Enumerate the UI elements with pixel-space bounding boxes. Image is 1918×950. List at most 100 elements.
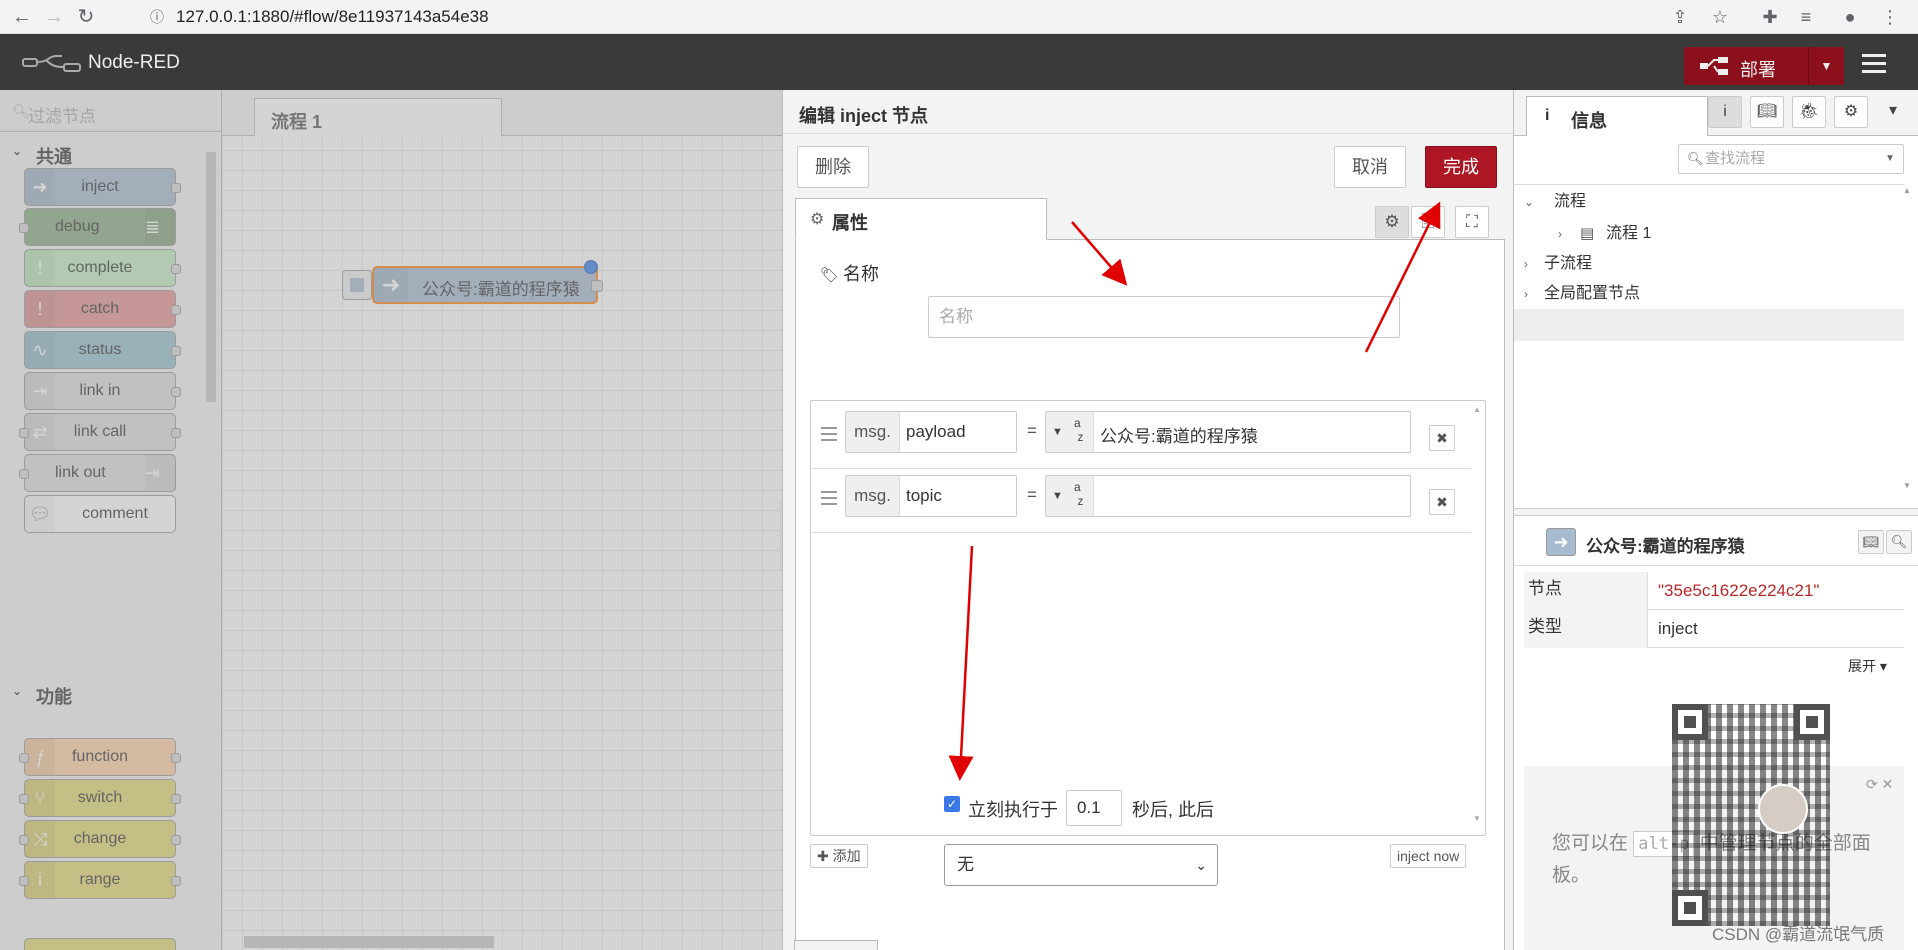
remove-row-button[interactable]: ✖ <box>1429 425 1455 451</box>
avatar <box>1758 784 1808 834</box>
info-icon[interactable]: ⓘ <box>150 4 164 30</box>
add-property-button[interactable]: ✚ 添加 <box>810 844 868 868</box>
drag-handle-icon[interactable] <box>821 427 837 441</box>
name-label: 🏷︎ 名称 <box>820 260 879 286</box>
settings-tab-icon[interactable]: ⚙ <box>1375 206 1409 238</box>
description-tab-icon[interactable]: 🗎︎ <box>1411 206 1445 238</box>
caret-down-icon: ▼ <box>1885 153 1895 164</box>
type-selector[interactable]: ▼ a z <box>1046 412 1094 452</box>
bug-icon[interactable]: 🐞︎ <box>1792 96 1826 128</box>
deploy-label: 部署 <box>1740 60 1776 80</box>
back-icon[interactable]: ← <box>10 5 34 29</box>
expand-link[interactable]: 展开 ▾ <box>1848 656 1887 676</box>
deploy-caret-icon[interactable]: ▼ <box>1808 47 1844 85</box>
node-info-header: ➜ 公众号:霸道的程序猿 📖︎ 🔍︎ <box>1514 518 1918 566</box>
profile-icon[interactable]: ● <box>1838 5 1862 29</box>
chevron-right-icon: › <box>1524 257 1528 271</box>
property-value: "35e5c1622e224c21" <box>1658 581 1820 600</box>
gear-icon[interactable]: ⚙ <box>1834 96 1868 128</box>
address-bar[interactable]: ⓘ 127.0.0.1:1880/#flow/8e11937143a54e38 <box>140 4 1660 30</box>
equals-sign: = <box>1027 421 1037 440</box>
tab-properties[interactable]: ⚙ 属性 <box>795 198 1047 240</box>
list-scrollbar[interactable]: ▲ ▼ <box>1473 405 1483 831</box>
string-type-icon: a z <box>1074 416 1084 444</box>
type-selector[interactable]: ▼ a z <box>1046 476 1094 516</box>
app-title: Node-RED <box>88 52 180 73</box>
sidebar-tabs: i 信息 i 📖︎ 🐞︎ ⚙ ▾ <box>1514 90 1918 136</box>
main-menu-icon[interactable] <box>1862 54 1886 74</box>
url-text: 127.0.0.1:1880/#flow/8e11937143a54e38 <box>176 7 489 26</box>
done-button[interactable]: 完成 <box>1425 146 1497 188</box>
property-key: 节点 <box>1524 572 1648 610</box>
modal-overlay <box>0 90 782 950</box>
property-value-input[interactable]: ▼ a z 公众号:霸道的程序猿 <box>1045 411 1411 453</box>
sidebar-scrollbar[interactable]: ▲ ▼ <box>1900 186 1914 496</box>
more-icon[interactable]: ⋮ <box>1878 5 1902 29</box>
bookmark-star-icon[interactable]: ☆ <box>1708 5 1732 29</box>
gear-icon: ⚙ <box>810 211 825 228</box>
browser-toolbar: ← → ↻ ⓘ 127.0.0.1:1880/#flow/8e11937143a… <box>0 0 1918 34</box>
tag-icon: 🏷︎ <box>820 267 840 284</box>
search-icon[interactable]: 🔍︎ <box>1886 530 1912 554</box>
tree-label: 流程 1 <box>1606 225 1652 242</box>
once-delay-input[interactable]: 0.1 <box>1066 790 1122 826</box>
caret-down-icon[interactable]: ▾ <box>1876 96 1910 128</box>
node-properties-table: 节点 "35e5c1622e224c21" 类型 inject <box>1524 572 1904 648</box>
tree-label: 全局配置节点 <box>1544 285 1641 302</box>
chevron-down-icon: ⌄ <box>1524 195 1535 209</box>
app-header: Node-RED 部署 ▼ <box>0 34 1918 90</box>
tree-item-flow-1[interactable]: › ▤ 流程 1 <box>1514 219 1904 249</box>
book-icon[interactable]: 📖︎ <box>1858 530 1884 554</box>
property-row: msg. topic = ▼ a z ✖ <box>811 469 1471 533</box>
once-suffix: 秒后, 此后 <box>1132 800 1215 820</box>
deploy-button[interactable]: 部署 ▼ <box>1684 47 1844 85</box>
drag-handle-icon[interactable] <box>821 491 837 505</box>
chevron-down-icon: ⌄ <box>1195 857 1207 873</box>
property-value-input[interactable]: ▼ a z <box>1045 475 1411 517</box>
node-red-logo-icon <box>22 55 81 72</box>
deploy-icon <box>1700 57 1728 75</box>
property-key-input[interactable]: msg. payload <box>845 411 1017 453</box>
property-key: topic <box>906 486 942 505</box>
property-list: msg. payload = ▼ a z 公众号:霸道的程序猿 ✖ msg. to… <box>810 400 1486 836</box>
sidebar-divider[interactable] <box>1514 508 1918 516</box>
property-key-input[interactable]: msg. topic <box>845 475 1017 517</box>
msg-prefix: msg. <box>846 412 900 452</box>
name-label-text: 名称 <box>843 264 880 284</box>
chevron-right-icon: › <box>1558 227 1562 241</box>
flow-search-input[interactable]: 🔍︎ 查找流程 ▼ <box>1678 144 1904 174</box>
repeat-select[interactable]: 无 ⌄ <box>944 844 1218 886</box>
inject-now-button[interactable]: inject now <box>1390 844 1467 868</box>
share-icon[interactable]: ⇪ <box>1668 5 1692 29</box>
table-row: 节点 "35e5c1622e224c21" <box>1524 572 1904 610</box>
info-tab-icon[interactable]: i <box>1708 96 1742 128</box>
book-icon[interactable]: 📖︎ <box>1750 96 1784 128</box>
delete-button[interactable]: 删除 <box>797 146 869 188</box>
remove-row-button[interactable]: ✖ <box>1429 489 1455 515</box>
tab-properties-label: 属性 <box>832 213 868 233</box>
cancel-button[interactable]: 取消 <box>1334 146 1406 188</box>
extensions-icon[interactable]: ✚ <box>1758 5 1782 29</box>
flow-icon: ▤ <box>1580 225 1595 242</box>
dialog-title: 编辑 inject 节点 <box>783 90 1513 134</box>
reading-list-icon[interactable]: ≡ <box>1794 5 1818 29</box>
reload-icon[interactable]: ↻ <box>74 5 98 29</box>
name-input[interactable]: 名称 <box>928 296 1400 338</box>
once-checkbox[interactable]: ✓ <box>944 796 960 812</box>
tree-item-subflows[interactable]: › 子流程 <box>1514 249 1904 279</box>
watermark-text: CSDN @霸道流氓气质 <box>1712 925 1885 944</box>
close-icon[interactable]: ⟳ ✕ <box>1866 776 1893 793</box>
appearance-tab-icon[interactable]: ⛶ <box>1455 206 1489 238</box>
tree-item-flows[interactable]: ⌄ 流程 <box>1514 187 1904 217</box>
forward-icon[interactable]: → <box>42 5 66 29</box>
tree-empty-area <box>1514 309 1904 341</box>
table-row: 类型 inject <box>1524 610 1904 648</box>
equals-sign: = <box>1027 485 1037 504</box>
property-value: 公众号:霸道的程序猿 <box>1100 427 1258 446</box>
tree-label: 子流程 <box>1544 255 1593 272</box>
tree-item-global-config[interactable]: › 全局配置节点 <box>1514 279 1904 309</box>
flow-tree: ⌄ 流程 › ▤ 流程 1 › 子流程 › 全局配置节点 <box>1514 184 1904 394</box>
tab-info[interactable]: i 信息 <box>1526 96 1708 136</box>
help-prefix: 您可以在 <box>1552 833 1629 854</box>
msg-prefix: msg. <box>846 476 900 516</box>
